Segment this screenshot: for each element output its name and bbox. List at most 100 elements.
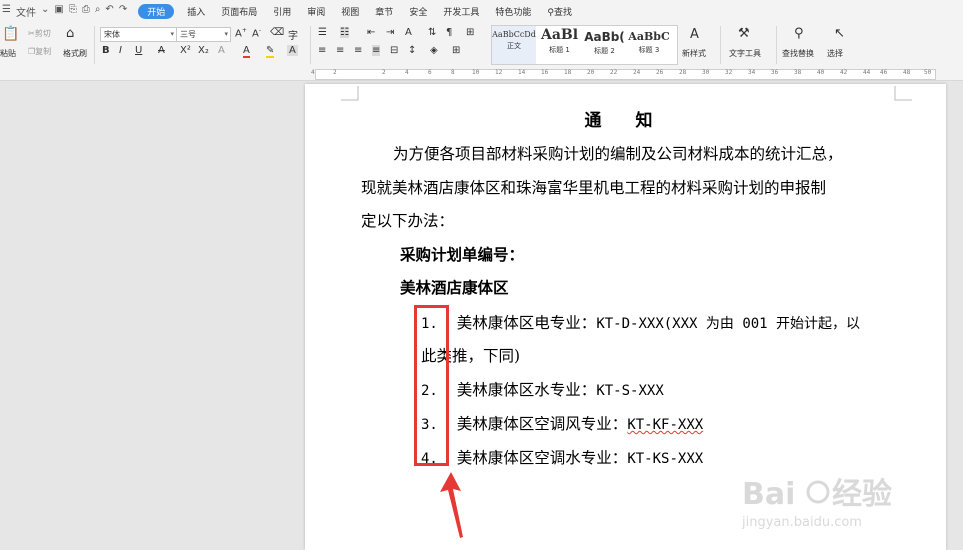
tab-developer[interactable]: 开发工具 xyxy=(435,5,487,18)
font-color-button[interactable]: A xyxy=(243,45,250,58)
find-replace-button[interactable]: 查找替换 xyxy=(782,48,814,59)
redo-icon[interactable]: ↷ xyxy=(119,4,127,19)
list-item: 1. 美林康体区电专业：KT-D-XXX(XXX 为由 001 开始计起，以 xyxy=(421,311,860,333)
subscript-button[interactable]: X₂ xyxy=(198,45,209,56)
format-painter-button[interactable]: 格式刷 xyxy=(63,48,87,59)
underline-button[interactable]: U xyxy=(135,45,142,56)
menu-icon[interactable]: ☰ xyxy=(2,4,11,19)
paste-icon[interactable]: 📋 xyxy=(2,26,19,42)
ribbon-toolbar: 📋 粘贴 ✂剪切 ❐复制 ⌂ 格式刷 宋体 ▾ 三号 ▾ A+ A- ⌫ 字 B I… xyxy=(0,22,963,69)
table-border-icon[interactable]: ⊞ xyxy=(466,27,474,38)
style-normal[interactable]: AaBbCcDd 正文 xyxy=(492,26,536,64)
heading-purchase-number: 采购计划单编号： xyxy=(400,245,525,264)
phonetic-icon[interactable]: 字 xyxy=(288,27,298,42)
wrench-icon[interactable]: ⚒ xyxy=(738,26,750,41)
justify-icon[interactable]: ≡ xyxy=(372,45,381,56)
chinese-layout-icon[interactable]: A xyxy=(405,27,412,38)
list-text: 美林康体区电专业： xyxy=(456,314,597,332)
export-icon[interactable]: ⎘ xyxy=(69,4,77,19)
format-painter-icon[interactable]: ⌂ xyxy=(66,26,74,41)
list-item: 3. 美林康体区空调风专业：KT-KF-XXX xyxy=(421,412,703,434)
sort-icon[interactable]: ⇅ xyxy=(428,27,436,38)
decrease-indent-icon[interactable]: ⇤ xyxy=(367,27,375,38)
increase-indent-icon[interactable]: ⇥ xyxy=(386,27,394,38)
tab-insert[interactable]: 插入 xyxy=(179,5,213,18)
list-text: 美林康体区空调水专业： xyxy=(456,449,628,467)
chevron-down-icon: ▾ xyxy=(224,30,228,38)
ruler-tick: 14 xyxy=(518,69,526,76)
svg-text:Bai: Bai xyxy=(742,477,795,512)
cut-button[interactable]: ✂剪切 xyxy=(28,28,51,39)
tab-view[interactable]: 视图 xyxy=(333,5,367,18)
ruler-tick: 10 xyxy=(472,69,480,76)
tab-page-layout[interactable]: 页面布局 xyxy=(213,5,265,18)
tab-section[interactable]: 章节 xyxy=(367,5,401,18)
superscript-button[interactable]: X² xyxy=(180,45,191,56)
style-heading-2[interactable]: AaBb( 标题 2 xyxy=(582,26,627,64)
undo-icon[interactable]: ↶ xyxy=(105,4,113,19)
tab-references[interactable]: 引用 xyxy=(265,5,299,18)
file-menu[interactable]: 文件 xyxy=(16,4,36,19)
borders-icon[interactable]: ⊞ xyxy=(452,45,460,56)
search-icon: ⚲ xyxy=(547,7,554,18)
ruler-tick: 34 xyxy=(748,69,756,76)
tab-special[interactable]: 特色功能 xyxy=(487,5,539,18)
tab-review[interactable]: 审阅 xyxy=(299,5,333,18)
ruler-tick: 30 xyxy=(702,69,710,76)
quick-access: ☰ 文件 ⌄ ▣ ⎘ ⎙ ⌕ ↶ ↷ xyxy=(0,4,133,19)
italic-button[interactable]: I xyxy=(119,45,122,56)
search-button[interactable]: ⚲查找 xyxy=(539,5,580,18)
list-item: 4. 美林康体区空调水专业：KT-KS-XXX xyxy=(421,446,703,468)
text-tools-button[interactable]: 文字工具 xyxy=(729,48,761,59)
annotation-highlight-box xyxy=(414,305,449,466)
tab-security[interactable]: 安全 xyxy=(401,5,435,18)
line-spacing-icon[interactable]: ↕ xyxy=(408,45,416,56)
strikethrough-button[interactable]: A xyxy=(158,45,165,56)
show-marks-icon[interactable]: ¶ xyxy=(446,27,452,38)
ruler-tick: 8 xyxy=(451,69,455,76)
tab-home[interactable]: 开始 xyxy=(138,3,175,19)
chevron-down-icon[interactable]: ⌄ xyxy=(41,4,49,19)
distribute-icon[interactable]: ⊟ xyxy=(390,45,398,56)
margin-corner-mark xyxy=(894,86,912,101)
align-right-icon[interactable]: ≡ xyxy=(354,45,362,56)
style-heading-1[interactable]: AaBl 标题 1 xyxy=(537,26,582,64)
grow-font-icon[interactable]: A+ xyxy=(235,27,247,39)
find-icon[interactable]: ⚲ xyxy=(794,26,804,41)
chevron-down-icon: ▾ xyxy=(170,30,174,38)
list-code: KT-S-XXX xyxy=(596,383,664,399)
separator xyxy=(776,26,777,64)
ruler-tick: 44 xyxy=(863,69,871,76)
horizontal-ruler[interactable]: 4 2 2 4 6 8 10 12 14 16 18 20 22 24 26 2… xyxy=(0,68,963,81)
align-center-icon[interactable]: ≡ xyxy=(336,45,344,56)
font-name-select[interactable]: 宋体 ▾ xyxy=(100,27,177,42)
select-button[interactable]: 选择 xyxy=(827,48,843,59)
shading-icon[interactable]: ◈ xyxy=(430,45,438,56)
new-style-button[interactable]: 新样式 xyxy=(682,48,706,59)
ruler-tick: 2 xyxy=(333,69,337,76)
copy-button[interactable]: ❐复制 xyxy=(28,46,51,57)
ruler-tick: 20 xyxy=(587,69,595,76)
align-left-icon[interactable]: ≡ xyxy=(318,45,326,56)
print-icon[interactable]: ⎙ xyxy=(82,4,90,19)
numbered-list-icon[interactable]: ☷ xyxy=(340,27,349,38)
cursor-icon[interactable]: ↖ xyxy=(834,26,845,41)
annotation-arrow-icon xyxy=(440,472,463,538)
bold-button[interactable]: B xyxy=(102,45,110,56)
heading-project: 美林酒店康体区 xyxy=(400,278,509,297)
highlight-color-button[interactable]: ✎ xyxy=(266,45,275,58)
ruler-tick: 16 xyxy=(541,69,549,76)
text-effect-button[interactable]: A xyxy=(218,45,225,56)
paste-button[interactable]: 粘贴 xyxy=(0,48,16,59)
shrink-font-icon[interactable]: A- xyxy=(252,27,261,39)
font-size-select[interactable]: 三号 ▾ xyxy=(176,27,231,42)
char-shading-button[interactable]: A xyxy=(287,45,298,56)
new-style-icon[interactable]: A xyxy=(690,27,699,42)
save-icon[interactable]: ▣ xyxy=(54,4,63,19)
preview-icon[interactable]: ⌕ xyxy=(95,4,101,19)
clear-format-icon[interactable]: ⌫ xyxy=(270,27,284,38)
ruler-tick: 6 xyxy=(428,69,432,76)
ruler-tick: 40 xyxy=(817,69,825,76)
style-heading-3[interactable]: AaBbC 标题 3 xyxy=(627,26,671,64)
bullet-list-icon[interactable]: ☰ xyxy=(318,27,327,38)
